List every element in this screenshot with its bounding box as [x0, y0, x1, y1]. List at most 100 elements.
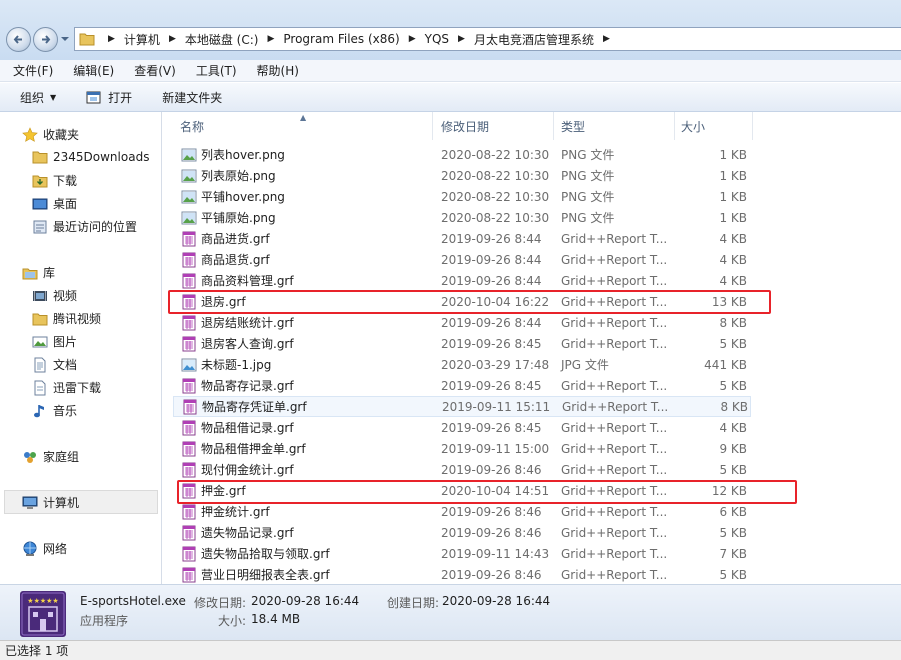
- file-date: 2020-08-22 10:30: [441, 168, 550, 183]
- file-name-text: 营业日明细报表全表.grf: [201, 568, 330, 582]
- grf-report-icon: [182, 567, 196, 582]
- file-row[interactable]: 平铺原始.png 2020-08-22 10:30 PNG 文件 1 KB: [173, 207, 751, 228]
- image-file-icon: [181, 169, 197, 182]
- nav-item-music[interactable]: 音乐: [32, 402, 77, 419]
- grf-report-icon: [182, 504, 196, 519]
- nav-label: 家庭组: [43, 450, 80, 464]
- breadcrumb-item[interactable]: 本地磁盘 (C:): [185, 31, 259, 48]
- nav-favorites[interactable]: 收藏夹: [22, 126, 79, 143]
- column-header-size[interactable]: 大小: [675, 112, 753, 140]
- grf-report-icon: [182, 420, 196, 435]
- file-name: 物品租借记录.grf: [181, 419, 294, 436]
- file-row[interactable]: 押金统计.grf 2019-09-26 8:46 Grid++Report T...…: [173, 501, 751, 522]
- back-arrow-icon: [13, 35, 22, 44]
- file-size: 1 KB: [719, 210, 747, 225]
- nav-item-documents[interactable]: 文档: [32, 356, 77, 373]
- column-header-label: 名称: [180, 119, 205, 134]
- breadcrumb-separator-icon[interactable]: ▶: [409, 34, 416, 44]
- file-row[interactable]: 列表hover.png 2020-08-22 10:30 PNG 文件 1 KB: [173, 144, 751, 165]
- file-name: 平铺原始.png: [181, 209, 276, 226]
- file-row[interactable]: 物品寄存凭证单.grf 2019-09-11 15:11 Grid++Report …: [173, 396, 751, 417]
- nav-item-tencent-video[interactable]: 腾讯视频: [32, 310, 101, 327]
- selection-count: 已选择 1 项: [5, 644, 69, 658]
- new-folder-button[interactable]: 新建文件夹: [152, 89, 232, 106]
- breadcrumb-item[interactable]: Program Files (x86): [283, 32, 399, 46]
- breadcrumb-item[interactable]: YQS: [425, 32, 449, 46]
- file-name-text: 退房结账统计.grf: [201, 316, 294, 330]
- nav-computer[interactable]: 计算机: [22, 494, 79, 511]
- folder-icon: [79, 33, 95, 46]
- file-size: 4 KB: [719, 252, 747, 267]
- nav-item-2345downloads[interactable]: 2345Downloads: [32, 149, 149, 165]
- menu-edit[interactable]: 编辑(E): [66, 62, 121, 79]
- file-row[interactable]: 遗失物品记录.grf 2019-09-26 8:46 Grid++Report T.…: [173, 522, 751, 543]
- file-row[interactable]: 退房客人查询.grf 2019-09-26 8:45 Grid++Report T.…: [173, 333, 751, 354]
- breadcrumb-separator-icon[interactable]: ▶: [458, 34, 465, 44]
- file-size: 1 KB: [719, 147, 747, 162]
- file-row[interactable]: 退房结账统计.grf 2019-09-26 8:44 Grid++Report T.…: [173, 312, 751, 333]
- file-row[interactable]: 商品资料管理.grf 2019-09-26 8:44 Grid++Report T.…: [173, 270, 751, 291]
- file-row[interactable]: 现付佣金统计.grf 2019-09-26 8:46 Grid++Report T.…: [173, 459, 751, 480]
- file-size: 5 KB: [719, 525, 747, 540]
- breadcrumb-separator-icon[interactable]: ▶: [603, 34, 610, 44]
- image-file-icon: [181, 211, 197, 224]
- file-date: 2020-08-22 10:30: [441, 147, 550, 162]
- nav-network[interactable]: 网络: [22, 540, 67, 557]
- back-button[interactable]: [6, 27, 31, 52]
- file-row[interactable]: 商品退货.grf 2019-09-26 8:44 Grid++Report T...…: [173, 249, 751, 270]
- organize-button[interactable]: 组织 ▼: [10, 89, 66, 106]
- file-name-text: 列表原始.png: [201, 169, 276, 183]
- file-size: 8 KB: [720, 399, 748, 414]
- folder-icon: [32, 313, 48, 325]
- file-name: 押金统计.grf: [181, 503, 270, 520]
- nav-item-desktop[interactable]: 桌面: [32, 195, 77, 212]
- menu-tools[interactable]: 工具(T): [189, 62, 244, 79]
- nav-item-recent-places[interactable]: 最近访问的位置: [32, 218, 137, 235]
- file-row[interactable]: 营业日明细报表全表.grf 2019-09-26 8:46 Grid++Report…: [173, 564, 751, 584]
- file-name-text: 物品寄存凭证单.grf: [202, 400, 307, 414]
- column-header-name[interactable]: 名称: [173, 112, 433, 140]
- nav-item-videos[interactable]: 视频: [32, 287, 77, 304]
- file-row[interactable]: 物品寄存记录.grf 2019-09-26 8:45 Grid++Report T.…: [173, 375, 751, 396]
- file-row[interactable]: 未标题-1.jpg 2020-03-29 17:48 JPG 文件 441 KB: [173, 354, 751, 375]
- open-button[interactable]: 打开: [76, 89, 142, 106]
- file-row[interactable]: 平铺hover.png 2020-08-22 10:30 PNG 文件 1 KB: [173, 186, 751, 207]
- file-date: 2019-09-26 8:45: [441, 420, 542, 435]
- forward-button[interactable]: [33, 27, 58, 52]
- file-row[interactable]: 物品租借押金单.grf 2019-09-11 15:00 Grid++Report …: [173, 438, 751, 459]
- nav-item-downloads[interactable]: 下载: [32, 172, 77, 189]
- file-row[interactable]: 商品进货.grf 2019-09-26 8:44 Grid++Report T...…: [173, 228, 751, 249]
- file-name-text: 物品租借记录.grf: [201, 421, 294, 435]
- file-size: 4 KB: [719, 420, 747, 435]
- file-size: 6 KB: [719, 504, 747, 519]
- breadcrumb-separator-icon[interactable]: ▶: [169, 34, 176, 44]
- file-name: 商品退货.grf: [181, 251, 270, 268]
- nav-label: 音乐: [53, 404, 78, 418]
- breadcrumb-item[interactable]: 月太电竞酒店管理系统: [474, 31, 594, 48]
- command-bar: 组织 ▼ 打开 新建文件夹: [0, 83, 901, 112]
- modified-value: 2020-09-28 16:44: [251, 594, 360, 608]
- breadcrumb-separator-icon[interactable]: ▶: [267, 34, 274, 44]
- grf-report-icon: [182, 525, 196, 540]
- nav-item-pictures[interactable]: 图片: [32, 333, 77, 350]
- menu-file[interactable]: 文件(F): [6, 62, 60, 79]
- file-row[interactable]: 遗失物品拾取与领取.grf 2019-09-11 14:43 Grid++Repor…: [173, 543, 751, 564]
- recent-pages-dropdown-icon[interactable]: [60, 34, 70, 44]
- file-name-text: 物品寄存记录.grf: [201, 379, 294, 393]
- menu-view[interactable]: 查看(V): [127, 62, 183, 79]
- picture-icon: [32, 336, 48, 347]
- file-name-text: 平铺hover.png: [201, 190, 285, 204]
- nav-label: 视频: [53, 289, 78, 303]
- nav-item-xunlei-downloads[interactable]: 迅雷下载: [32, 379, 101, 396]
- breadcrumb-separator-icon[interactable]: ▶: [108, 34, 115, 44]
- menu-help[interactable]: 帮助(H): [250, 62, 306, 79]
- column-header-date[interactable]: 修改日期: [433, 112, 554, 140]
- nav-homegroup[interactable]: 家庭组: [22, 448, 79, 465]
- file-name-text: 列表hover.png: [201, 148, 285, 162]
- address-bar[interactable]: ▶ 计算机 ▶ 本地磁盘 (C:) ▶ Program Files (x86) …: [74, 27, 901, 51]
- nav-libraries[interactable]: 库: [22, 264, 55, 281]
- column-header-type[interactable]: 类型: [554, 112, 675, 140]
- breadcrumb-item[interactable]: 计算机: [124, 31, 160, 48]
- file-row[interactable]: 物品租借记录.grf 2019-09-26 8:45 Grid++Report T.…: [173, 417, 751, 438]
- file-row[interactable]: 列表原始.png 2020-08-22 10:30 PNG 文件 1 KB: [173, 165, 751, 186]
